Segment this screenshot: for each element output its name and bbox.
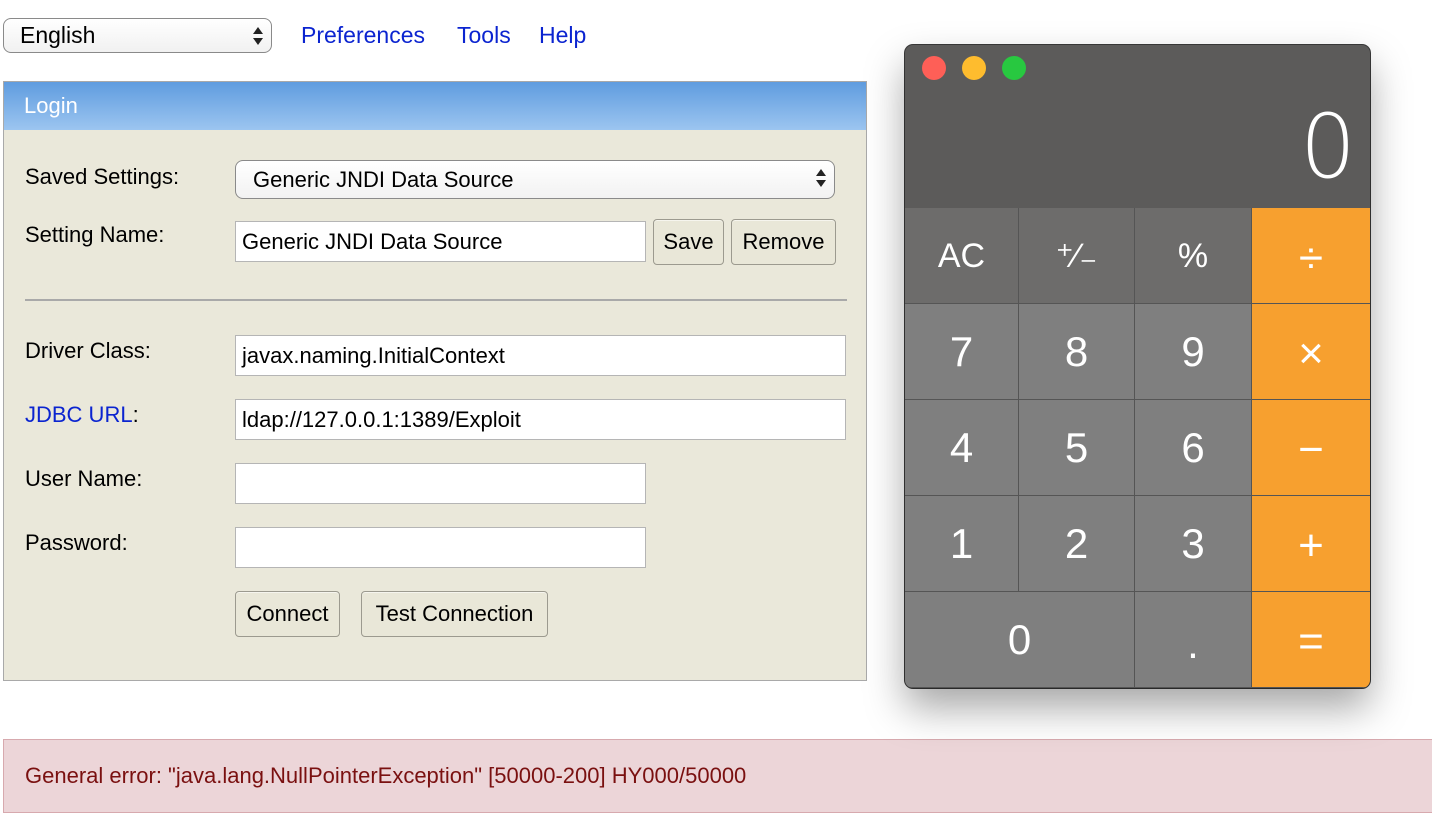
plus-minus-key[interactable]: ⁺∕₋ bbox=[1019, 208, 1135, 304]
driver-class-label: Driver Class: bbox=[25, 338, 151, 363]
zoom-window-icon[interactable] bbox=[1002, 56, 1026, 80]
connect-button[interactable]: Connect bbox=[235, 591, 340, 637]
test-connection-button[interactable]: Test Connection bbox=[361, 591, 548, 637]
remove-button[interactable]: Remove bbox=[731, 219, 836, 265]
driver-class-input[interactable]: javax.naming.InitialContext bbox=[235, 335, 846, 376]
equals-key[interactable]: = bbox=[1252, 592, 1370, 688]
select-arrows-icon bbox=[816, 168, 826, 188]
setting-name-label: Setting Name: bbox=[25, 222, 165, 247]
close-window-icon[interactable] bbox=[922, 56, 946, 80]
language-select[interactable]: English bbox=[3, 18, 272, 53]
jdbc-url-input[interactable]: ldap://127.0.0.1:1389/Exploit bbox=[235, 399, 846, 440]
percent-key[interactable]: % bbox=[1135, 208, 1252, 304]
save-button[interactable]: Save bbox=[653, 219, 724, 265]
ac-key[interactable]: AC bbox=[905, 208, 1019, 304]
multiply-key[interactable]: × bbox=[1252, 304, 1370, 400]
three-key[interactable]: 3 bbox=[1135, 496, 1252, 592]
password-label: Password: bbox=[25, 530, 128, 555]
error-message: General error: "java.lang.NullPointerExc… bbox=[25, 763, 747, 788]
password-input[interactable] bbox=[235, 527, 646, 568]
plus-key[interactable]: + bbox=[1252, 496, 1370, 592]
error-banner: General error: "java.lang.NullPointerExc… bbox=[3, 739, 1432, 813]
login-panel: Login Saved Settings: Generic JNDI Data … bbox=[3, 81, 867, 681]
jdbc-url-help-link[interactable]: JDBC URL bbox=[25, 402, 133, 427]
saved-settings-label: Saved Settings: bbox=[25, 164, 180, 189]
login-panel-title: Login bbox=[4, 82, 866, 130]
one-key[interactable]: 1 bbox=[905, 496, 1019, 592]
two-key[interactable]: 2 bbox=[1019, 496, 1135, 592]
preferences-link[interactable]: Preferences bbox=[301, 22, 425, 49]
nine-key[interactable]: 9 bbox=[1135, 304, 1252, 400]
jdbc-url-label: JDBC URL: bbox=[25, 402, 139, 428]
zero-key[interactable]: 0 bbox=[905, 592, 1135, 688]
five-key[interactable]: 5 bbox=[1019, 400, 1135, 496]
divider bbox=[25, 299, 847, 301]
language-select-value: English bbox=[20, 22, 96, 48]
divide-key[interactable]: ÷ bbox=[1252, 208, 1370, 304]
calculator-display: 0 bbox=[1300, 95, 1356, 198]
saved-settings-select[interactable]: Generic JNDI Data Source bbox=[235, 160, 835, 199]
eight-key[interactable]: 8 bbox=[1019, 304, 1135, 400]
saved-settings-value: Generic JNDI Data Source bbox=[253, 167, 514, 192]
tools-link[interactable]: Tools bbox=[457, 22, 511, 49]
decimal-key[interactable]: . bbox=[1135, 592, 1252, 688]
setting-name-input[interactable]: Generic JNDI Data Source bbox=[235, 221, 646, 262]
select-arrows-icon bbox=[253, 26, 263, 46]
jdbc-url-colon: : bbox=[132, 402, 139, 427]
minimize-window-icon[interactable] bbox=[962, 56, 986, 80]
calculator-window: 0 AC ⁺∕₋ % ÷ 7 8 9 × 4 5 6 − 1 2 3 + 0 .… bbox=[905, 45, 1370, 688]
four-key[interactable]: 4 bbox=[905, 400, 1019, 496]
seven-key[interactable]: 7 bbox=[905, 304, 1019, 400]
six-key[interactable]: 6 bbox=[1135, 400, 1252, 496]
help-link[interactable]: Help bbox=[539, 22, 586, 49]
minus-key[interactable]: − bbox=[1252, 400, 1370, 496]
user-name-input[interactable] bbox=[235, 463, 646, 504]
user-name-label: User Name: bbox=[25, 466, 143, 491]
